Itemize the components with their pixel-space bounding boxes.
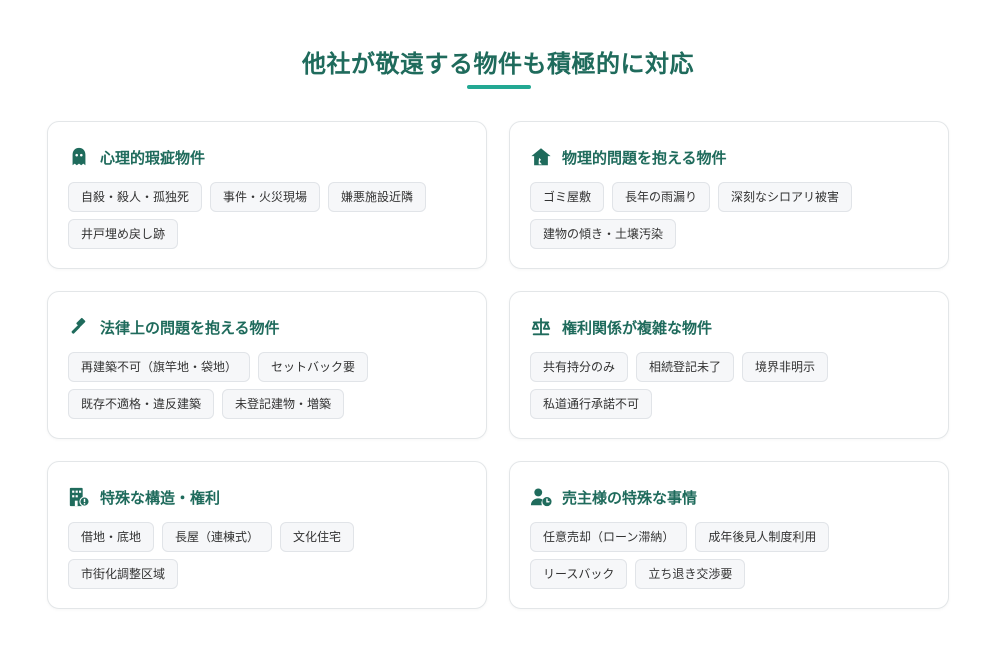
ghost-icon	[68, 146, 90, 168]
tag: 共有持分のみ	[530, 352, 629, 382]
tag: 既存不適格・違反建築	[68, 389, 215, 419]
tag: 事件・火災現場	[210, 182, 321, 212]
tag: 井戸埋め戻し跡	[68, 219, 179, 249]
tag: 相続登記未了	[636, 352, 735, 382]
tag-list: 共有持分のみ 相続登記未了 境界非明示 私道通行承諾不可	[530, 352, 928, 419]
tag: 私道通行承諾不可	[530, 389, 653, 419]
category-card-psychological: 心理的瑕疵物件 自殺・殺人・孤独死 事件・火災現場 嫌悪施設近隣 井戸埋め戻し跡	[47, 121, 487, 269]
title-underline	[467, 85, 531, 89]
scale-icon	[530, 316, 552, 338]
tag: 立ち退き交渉要	[635, 559, 746, 589]
tag: 境界非明示	[742, 352, 829, 382]
tag: セットバック要	[258, 352, 369, 382]
house-damage-icon	[530, 146, 552, 168]
category-card-physical: 物理的問題を抱える物件 ゴミ屋敷 長年の雨漏り 深刻なシロアリ被害 建物の傾き・…	[509, 121, 949, 269]
tag: 嫌悪施設近隣	[328, 182, 427, 212]
tag-list: 借地・底地 長屋（連棟式） 文化住宅 市街化調整区域	[68, 522, 466, 589]
tag-list: 任意売却（ローン滞納） 成年後見人制度利用 リースバック 立ち退き交渉要	[530, 522, 928, 589]
card-title: 心理的瑕疵物件	[100, 148, 206, 167]
tag: 深刻なシロアリ被害	[718, 182, 853, 212]
tag: 長屋（連棟式）	[162, 522, 273, 552]
tag-list: 再建築不可（旗竿地・袋地） セットバック要 既存不適格・違反建築 未登記建物・増…	[68, 352, 466, 419]
card-title: 売主様の特殊な事情	[562, 488, 698, 507]
category-card-legal: 法律上の問題を抱える物件 再建築不可（旗竿地・袋地） セットバック要 既存不適格…	[47, 291, 487, 439]
tag-list: ゴミ屋敷 長年の雨漏り 深刻なシロアリ被害 建物の傾き・土壌汚染	[530, 182, 928, 249]
tag-list: 自殺・殺人・孤独死 事件・火災現場 嫌悪施設近隣 井戸埋め戻し跡	[68, 182, 466, 249]
tag: ゴミ屋敷	[530, 182, 605, 212]
tag: 成年後見人制度利用	[695, 522, 830, 552]
category-card-rights: 権利関係が複雑な物件 共有持分のみ 相続登記未了 境界非明示 私道通行承諾不可	[509, 291, 949, 439]
gavel-icon	[68, 316, 90, 338]
card-title: 物理的問題を抱える物件	[562, 148, 727, 167]
user-clock-icon	[530, 486, 552, 508]
building-alert-icon	[68, 486, 90, 508]
tag: リースバック	[530, 559, 628, 589]
tag: 市街化調整区域	[68, 559, 179, 589]
tag: 建物の傾き・土壌汚染	[530, 219, 677, 249]
tag: 長年の雨漏り	[612, 182, 711, 212]
tag: 文化住宅	[280, 522, 355, 552]
category-card-structure: 特殊な構造・権利 借地・底地 長屋（連棟式） 文化住宅 市街化調整区域	[47, 461, 487, 609]
card-title: 権利関係が複雑な物件	[562, 318, 713, 337]
section-title: 他社が敬遠する物件も積極的に対応	[302, 50, 694, 78]
card-title: 特殊な構造・権利	[100, 488, 221, 507]
tag: 再建築不可（旗竿地・袋地）	[68, 352, 251, 382]
card-title: 法律上の問題を抱える物件	[100, 318, 280, 337]
category-card-seller: 売主様の特殊な事情 任意売却（ローン滞納） 成年後見人制度利用 リースバック 立…	[509, 461, 949, 609]
tag: 未登記建物・増築	[222, 389, 345, 419]
tag: 自殺・殺人・孤独死	[68, 182, 203, 212]
tag: 借地・底地	[68, 522, 155, 552]
tag: 任意売却（ローン滞納）	[530, 522, 688, 552]
